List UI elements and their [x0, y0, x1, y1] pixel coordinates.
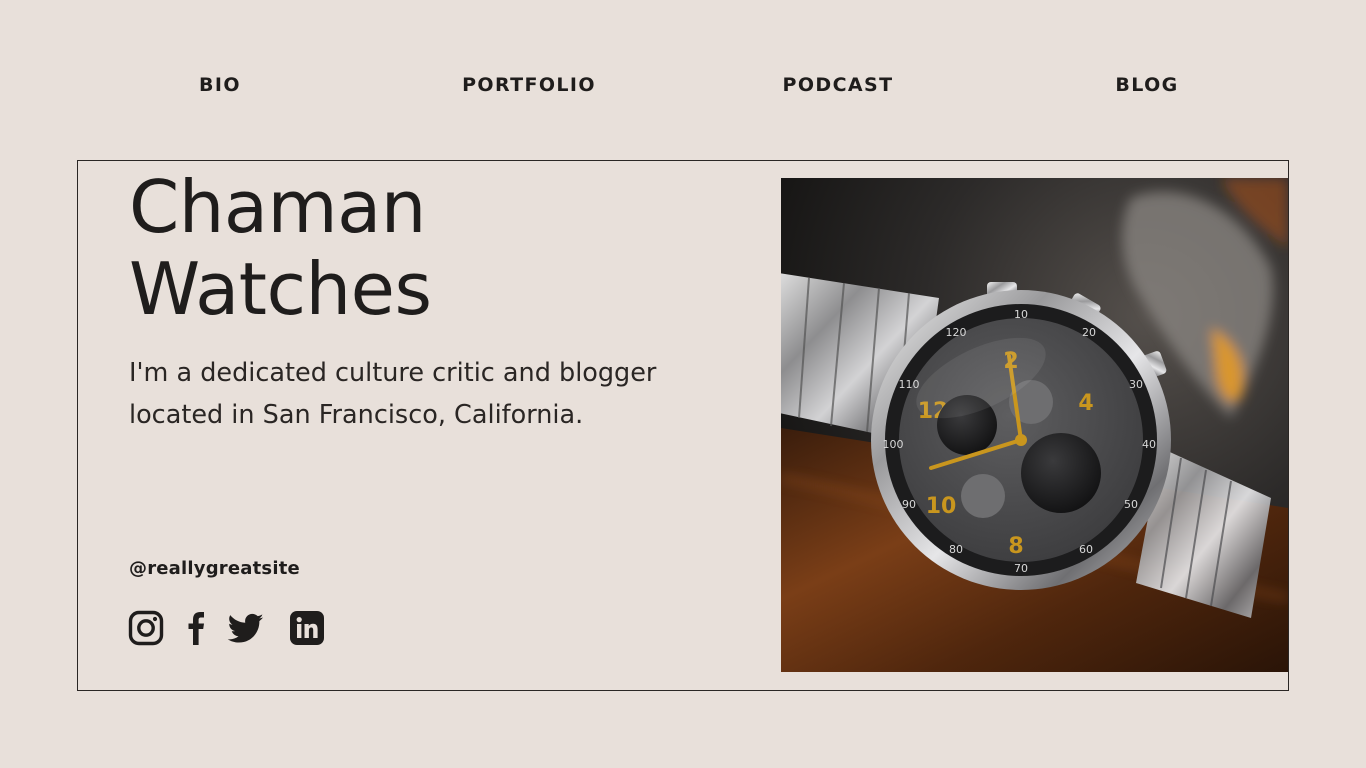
- nav-blog[interactable]: BLOG: [1115, 74, 1178, 96]
- nav-bio[interactable]: BIO: [199, 74, 241, 96]
- svg-text:30: 30: [1129, 378, 1143, 391]
- svg-text:20: 20: [1082, 326, 1096, 339]
- svg-text:80: 80: [949, 543, 963, 556]
- svg-text:110: 110: [899, 378, 920, 391]
- nav-portfolio[interactable]: PORTFOLIO: [462, 74, 596, 96]
- page-title: Chaman Watches: [129, 165, 432, 331]
- watch-photo: 10 20 30 40 50 60 70 80 90 100 110 120 2…: [781, 178, 1288, 672]
- title-line-1: Chaman: [129, 165, 426, 249]
- svg-text:10: 10: [926, 494, 957, 519]
- svg-text:10: 10: [1014, 308, 1028, 321]
- nav-podcast[interactable]: PODCAST: [783, 74, 894, 96]
- watch-illustration: 10 20 30 40 50 60 70 80 90 100 110 120 2…: [781, 178, 1288, 672]
- instagram-icon[interactable]: [128, 610, 164, 646]
- svg-text:100: 100: [883, 438, 904, 451]
- bio-line-2: located in San Francisco, California.: [129, 400, 584, 430]
- facebook-icon[interactable]: [184, 610, 208, 646]
- svg-text:70: 70: [1014, 562, 1028, 575]
- social-handle[interactable]: @reallygreatsite: [129, 558, 300, 579]
- main-nav: BIO PORTFOLIO PODCAST BLOG: [0, 74, 1366, 98]
- svg-text:60: 60: [1079, 543, 1093, 556]
- twitter-icon[interactable]: [227, 610, 265, 646]
- svg-text:50: 50: [1124, 498, 1138, 511]
- svg-text:40: 40: [1142, 438, 1156, 451]
- svg-text:120: 120: [946, 326, 967, 339]
- bio-line-1: I'm a dedicated culture critic and blogg…: [129, 358, 657, 388]
- title-line-2: Watches: [129, 247, 432, 331]
- svg-text:8: 8: [1008, 534, 1023, 559]
- svg-text:90: 90: [902, 498, 916, 511]
- svg-text:4: 4: [1078, 391, 1093, 416]
- bio-text: I'm a dedicated culture critic and blogg…: [129, 352, 729, 436]
- linkedin-icon[interactable]: [289, 610, 325, 646]
